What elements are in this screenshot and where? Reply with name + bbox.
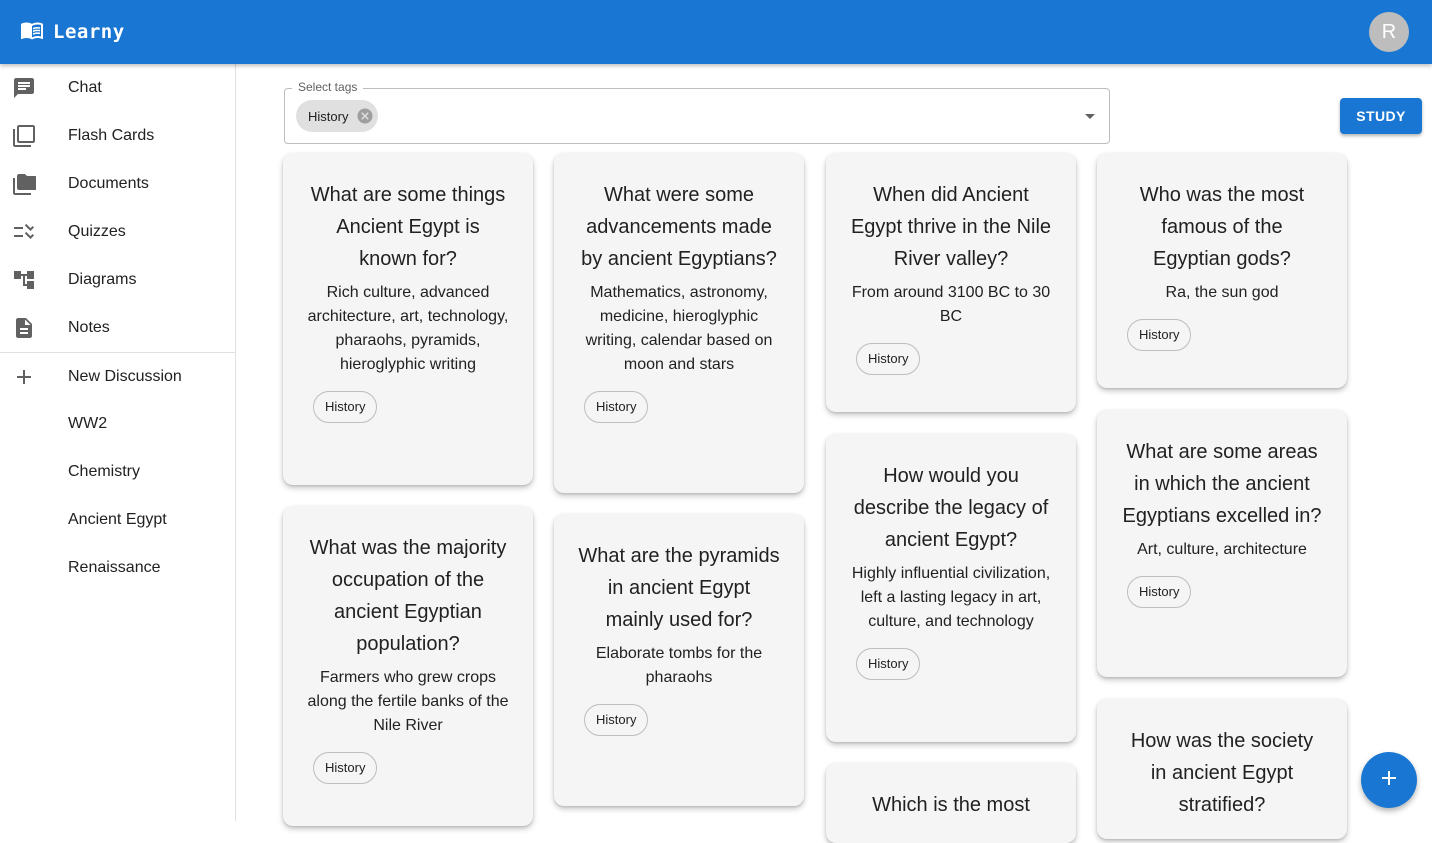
sidebar-item-label: Quizzes <box>68 223 126 240</box>
card-answer: Ra, the sun god <box>1165 284 1279 301</box>
card-question: Who was the most famous of the Egyptian … <box>1139 184 1305 270</box>
remove-tag-icon[interactable] <box>356 107 374 125</box>
flash-card[interactable]: How would you describe the legacy of anc… <box>826 434 1076 742</box>
flash-card[interactable]: What were some advancements made by anci… <box>554 153 804 493</box>
card-question: What are some things Ancient Egypt is kn… <box>310 184 506 270</box>
sidebar-item-discussion[interactable]: Renaissance <box>0 544 235 592</box>
card-tag-chip[interactable]: History <box>584 391 649 423</box>
quizzes-icon <box>12 220 36 244</box>
add-card-button[interactable] <box>1361 752 1417 808</box>
sidebar-item-documents[interactable]: Documents <box>0 160 235 208</box>
plus-icon <box>1377 766 1401 795</box>
brand[interactable]: Learny <box>20 20 125 44</box>
card-answer: Elaborate tombs for the pharaohs <box>595 645 763 686</box>
card-question: How would you describe the legacy of anc… <box>853 465 1049 551</box>
discussion-label: Renaissance <box>68 559 161 576</box>
dropdown-arrow-icon[interactable] <box>1078 104 1102 128</box>
card-answer: Highly influential civilization, left a … <box>851 565 1051 630</box>
card-question: How was the society in ancient Egypt str… <box>1130 730 1314 816</box>
sidebar-item-chat[interactable]: Chat <box>0 64 235 112</box>
card-answer: From around 3100 BC to 30 BC <box>851 284 1051 325</box>
card-answer: Rich culture, advanced architecture, art… <box>307 284 509 373</box>
sidebar-item-label: Notes <box>68 319 110 336</box>
sidebar-item-label: Flash Cards <box>68 127 155 144</box>
sidebar-item-label: Documents <box>68 175 149 192</box>
card-question: What are some areas in which the ancient… <box>1122 441 1322 527</box>
flash-card[interactable]: When did Ancient Egypt thrive in the Nil… <box>826 153 1076 412</box>
diagrams-icon <box>12 268 36 292</box>
discussion-label: WW2 <box>68 415 108 432</box>
sidebar-item-discussion[interactable]: Chemistry <box>0 448 235 496</box>
card-tag-chip[interactable]: History <box>856 343 921 375</box>
new-discussion-label: New Discussion <box>68 368 182 385</box>
sidebar-item-quizzes[interactable]: Quizzes <box>0 208 235 256</box>
card-tag-chip[interactable]: History <box>1127 576 1192 608</box>
chip-label: History <box>308 108 349 124</box>
sidebar-item-label: Diagrams <box>68 271 137 288</box>
documents-icon <box>12 172 37 196</box>
tag-select-label: Select tags <box>292 80 364 94</box>
sidebar-item-notes[interactable]: Notes <box>0 304 235 352</box>
sidebar-item-discussion[interactable]: WW2 <box>0 400 235 448</box>
card-question: What was the majority occupation of the … <box>309 537 507 655</box>
new-discussion-button[interactable]: New Discussion <box>0 353 235 401</box>
card-answer: Farmers who grew crops along the fertile… <box>307 669 509 734</box>
card-question: What were some advancements made by anci… <box>581 184 777 270</box>
card-tag-chip[interactable]: History <box>313 752 378 784</box>
flash-card[interactable]: What are the pyramids in ancient Egypt m… <box>554 514 804 806</box>
selected-tag-chip[interactable]: History <box>296 100 379 132</box>
sidebar: Chat Flash Cards Documents Quizzes Diagr… <box>0 64 236 821</box>
chat-icon <box>12 76 36 100</box>
plus-icon <box>12 365 36 389</box>
discussion-label: Chemistry <box>68 463 141 480</box>
card-question: What are the pyramids in ancient Egypt m… <box>578 545 780 631</box>
flash-card[interactable]: How was the society in ancient Egypt str… <box>1097 699 1347 839</box>
card-answer: Art, culture, architecture <box>1137 541 1307 558</box>
app-bar: Learny R <box>0 0 1432 64</box>
flash-card[interactable]: What are some areas in which the ancient… <box>1097 410 1347 677</box>
sidebar-item-flash-cards[interactable]: Flash Cards <box>0 112 235 160</box>
sidebar-item-diagrams[interactable]: Diagrams <box>0 256 235 304</box>
discussion-label: Ancient Egypt <box>68 511 167 528</box>
card-question: When did Ancient Egypt thrive in the Nil… <box>850 184 1052 270</box>
card-tag-chip[interactable]: History <box>584 704 649 736</box>
flash-card[interactable]: Which is the most <box>826 763 1076 843</box>
card-question: Which is the most <box>872 794 1030 816</box>
card-tag-chip[interactable]: History <box>313 391 378 423</box>
flash-card[interactable]: Who was the most famous of the Egyptian … <box>1097 153 1347 388</box>
app-title: Learny <box>53 21 125 43</box>
flash-cards-icon <box>12 124 36 148</box>
flash-card[interactable]: What was the majority occupation of the … <box>283 506 533 826</box>
sidebar-item-label: Chat <box>68 79 102 96</box>
card-tag-chip[interactable]: History <box>856 648 921 680</box>
book-open-icon <box>20 18 44 47</box>
flash-card[interactable]: What are some things Ancient Egypt is kn… <box>283 153 533 485</box>
sidebar-item-discussion[interactable]: Ancient Egypt <box>0 496 235 544</box>
tag-select-input[interactable] <box>284 88 1110 144</box>
avatar[interactable]: R <box>1369 12 1409 52</box>
notes-icon <box>12 316 36 340</box>
study-button[interactable]: STUDY <box>1340 98 1422 134</box>
card-tag-chip[interactable]: History <box>1127 319 1192 351</box>
card-answer: Mathematics, astronomy, medicine, hierog… <box>585 284 773 373</box>
